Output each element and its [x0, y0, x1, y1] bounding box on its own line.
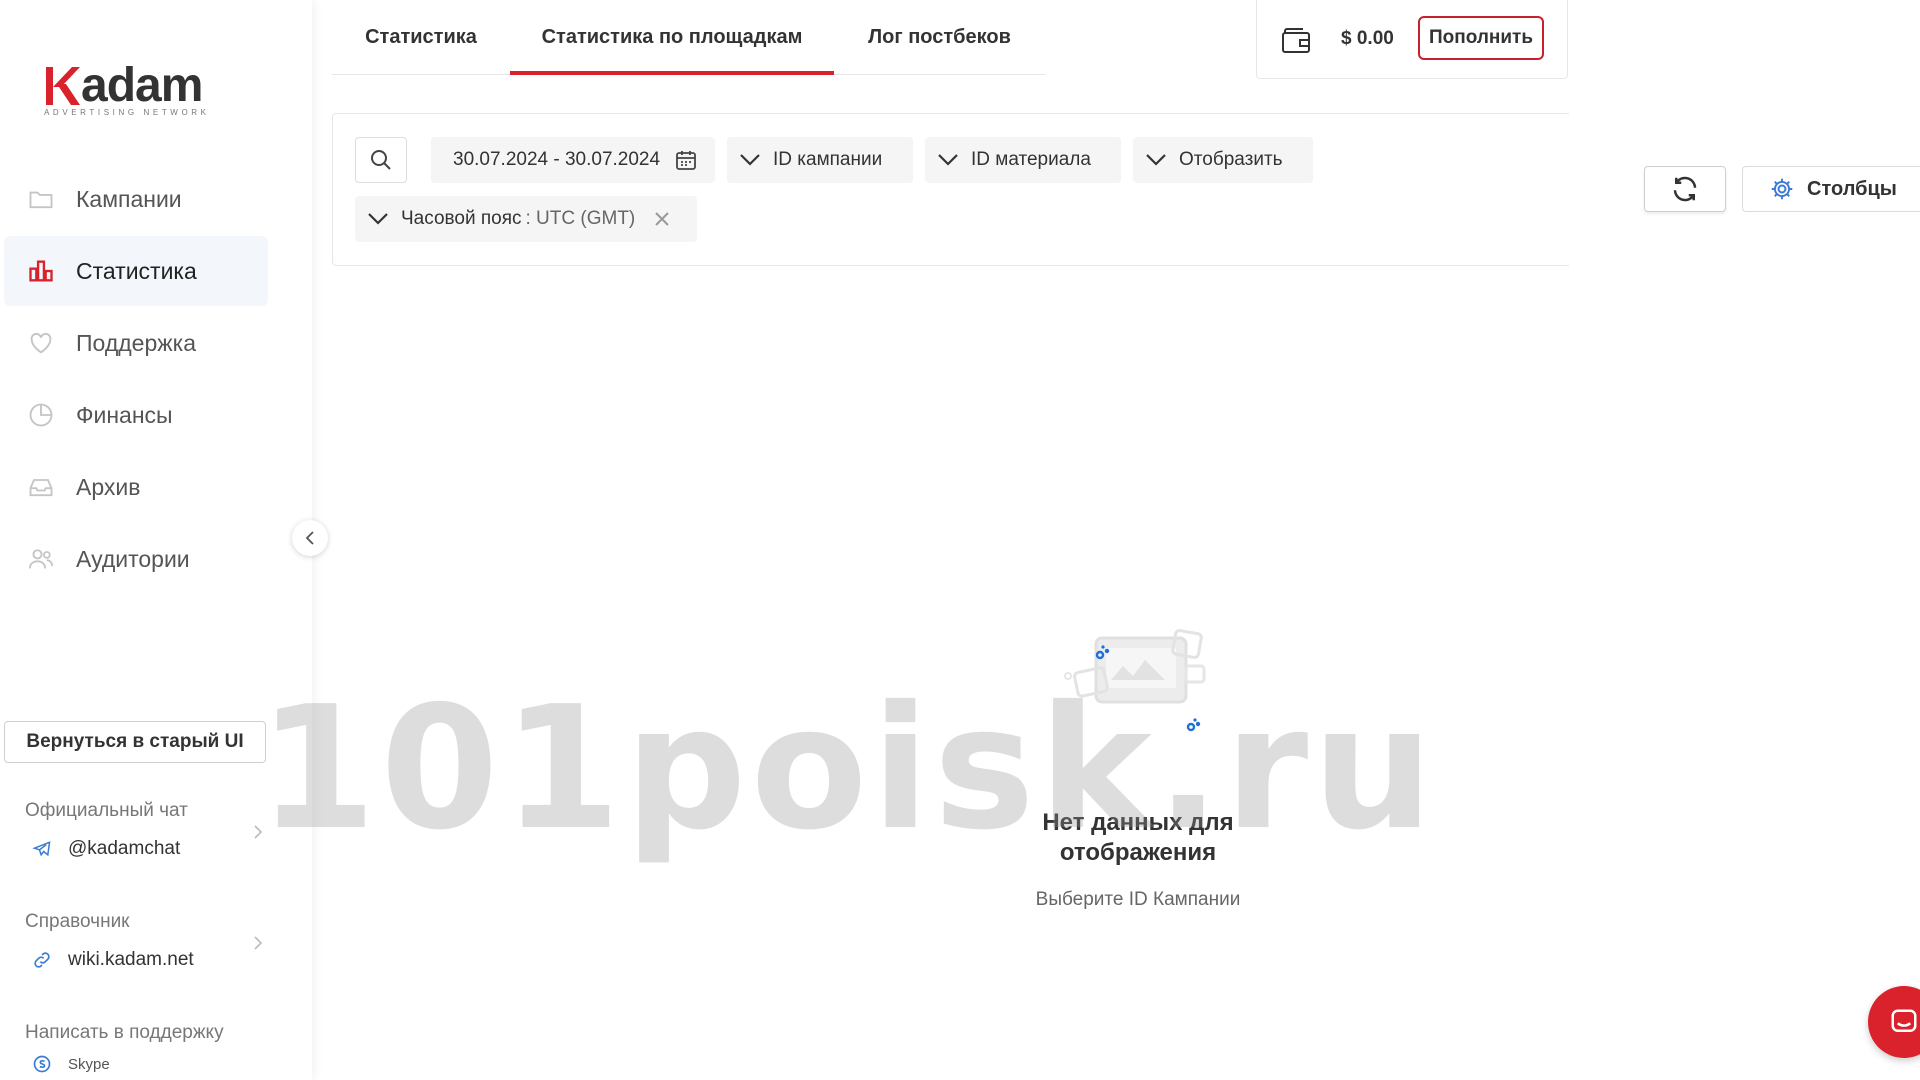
official-chat-label: Официальный чат: [25, 800, 188, 821]
sidebar-item-label: Архив: [76, 473, 141, 500]
date-range-value: 30.07.2024 - 30.07.2024: [453, 149, 661, 170]
logo-tagline: ADVERTISING NETWORK: [44, 108, 210, 117]
sidebar-collapse-button[interactable]: [292, 520, 328, 556]
close-icon[interactable]: [653, 210, 671, 228]
material-id-label: ID материала: [971, 149, 1091, 170]
sidebar-item-label: Кампании: [76, 185, 182, 212]
link-icon: [34, 952, 50, 968]
support-block[interactable]: Написать в поддержку Skype: [25, 1022, 265, 1074]
balance-panel: $ 0.00 Пополнить: [1256, 0, 1568, 79]
pie-chart-icon: [26, 400, 56, 430]
inbox-icon: [26, 472, 56, 502]
timezone-label: Часовой пояс: [401, 208, 522, 229]
sidebar: adam ADVERTISING NETWORK Кампании Статис…: [0, 0, 312, 1080]
kadam-logo[interactable]: adam ADVERTISING NETWORK: [44, 62, 214, 118]
support-chat-button[interactable]: [1868, 986, 1920, 1058]
refresh-button[interactable]: [1644, 166, 1726, 212]
material-id-select[interactable]: ID материала: [925, 137, 1121, 183]
skype-text: Skype: [68, 1055, 110, 1073]
wiki-url: wiki.kadam.net: [68, 949, 194, 970]
timezone-value: : UTC (GMT): [525, 208, 636, 229]
logo-text: adam: [81, 59, 203, 112]
stats-tabs: Статистика Статистика по площадкам Лог п…: [332, 0, 1045, 75]
empty-state-subtitle: Выберите ID Кампании: [1035, 889, 1241, 910]
search-button[interactable]: [355, 137, 407, 183]
telegram-icon: [32, 841, 51, 857]
empty-state-illustration: [1064, 629, 1206, 732]
calendar-icon: [676, 151, 696, 170]
official-chat-handle: @kadamchat: [68, 838, 181, 859]
date-range-picker[interactable]: 30.07.2024 - 30.07.2024: [431, 137, 715, 183]
users-icon: [26, 544, 56, 574]
chevron-down-icon: [1146, 154, 1166, 166]
filter-panel: 30.07.2024 - 30.07.2024 ID кампании ID м…: [332, 113, 1569, 266]
campaign-id-label: ID кампании: [773, 149, 883, 170]
chevron-left-icon: [305, 531, 314, 545]
columns-button[interactable]: Столбцы: [1742, 166, 1920, 212]
sidebar-item-label: Статистика: [76, 257, 197, 284]
sidebar-item-archive[interactable]: Архив: [4, 452, 268, 522]
timezone-select[interactable]: Часовой пояс: UTC (GMT): [355, 196, 697, 242]
wiki-block[interactable]: Справочник wiki.kadam.net: [25, 911, 265, 971]
chevron-down-icon: [368, 213, 388, 225]
chat-icon: [1891, 1009, 1917, 1032]
sidebar-item-statistics[interactable]: Статистика: [4, 236, 268, 306]
folder-icon: [26, 184, 56, 214]
official-chat-link[interactable]: @kadamchat: [25, 838, 265, 860]
wiki-label: Справочник: [25, 911, 130, 932]
official-chat-block[interactable]: Официальный чат @kadamchat: [25, 800, 265, 860]
balance-amount: $ 0.00: [1341, 28, 1394, 49]
gear-icon: [1771, 178, 1793, 200]
sidebar-item-campaigns[interactable]: Кампании: [4, 164, 268, 234]
sidebar-item-support[interactable]: Поддержка: [4, 308, 268, 378]
chevron-down-icon: [740, 154, 760, 166]
support-label: Написать в поддержку: [25, 1022, 224, 1043]
sidebar-item-label: Аудитории: [76, 545, 190, 572]
sidebar-item-label: Финансы: [76, 401, 173, 428]
sidebar-item-audiences[interactable]: Аудитории: [4, 524, 268, 594]
topup-button[interactable]: Пополнить: [1418, 16, 1544, 60]
skype-link[interactable]: Skype: [25, 1054, 265, 1074]
tab-site-statistics[interactable]: Статистика по площадкам: [510, 0, 834, 75]
sidebar-nav: Кампании Статистика Поддержка Финансы Ар…: [4, 164, 268, 596]
chevron-right-icon: [254, 825, 263, 839]
heart-icon: [26, 328, 56, 358]
wiki-link[interactable]: wiki.kadam.net: [25, 949, 265, 971]
display-select[interactable]: Отобразить: [1133, 137, 1313, 183]
campaign-id-select[interactable]: ID кампании: [727, 137, 913, 183]
display-label: Отобразить: [1179, 149, 1283, 170]
search-icon: [371, 150, 391, 170]
bar-chart-icon: [26, 256, 56, 286]
logo-k-mark: [46, 67, 80, 105]
wallet-icon: [1282, 28, 1310, 53]
refresh-icon: [1673, 176, 1697, 202]
empty-state-title: Нет данных для отображения: [1042, 809, 1234, 866]
chevron-right-icon: [254, 936, 263, 950]
tab-postback-log[interactable]: Лог постбеков: [834, 0, 1045, 74]
skype-icon: [33, 1055, 51, 1073]
sidebar-item-label: Поддержка: [76, 329, 196, 356]
columns-label: Столбцы: [1807, 177, 1897, 200]
tab-statistics[interactable]: Статистика: [332, 0, 510, 74]
sidebar-item-finances[interactable]: Финансы: [4, 380, 268, 450]
logo-wordmark: adam: [44, 62, 214, 110]
old-ui-button[interactable]: Вернуться в старый UI: [4, 721, 266, 763]
chevron-down-icon: [938, 154, 958, 166]
